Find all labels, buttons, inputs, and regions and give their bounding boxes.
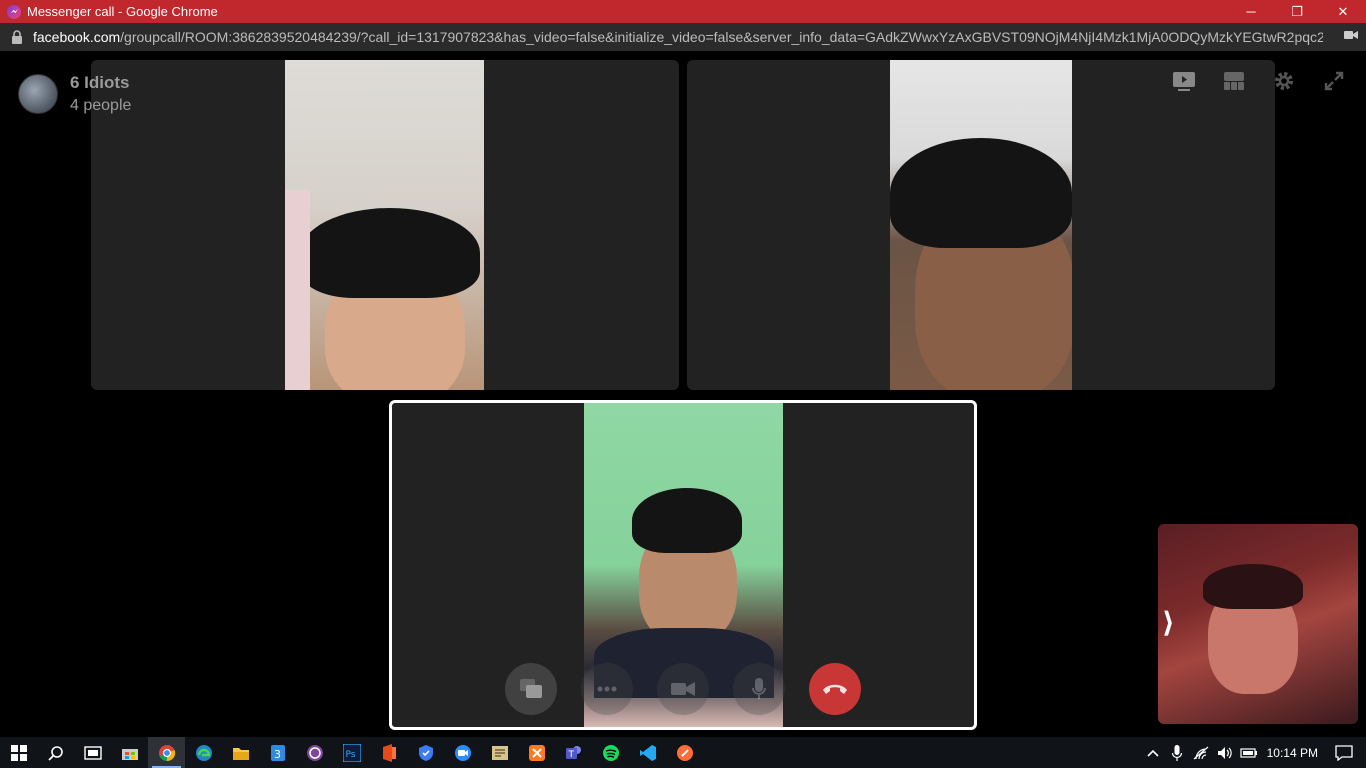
photoshop-icon[interactable]: Ps [333, 737, 370, 768]
zoom-icon[interactable] [444, 737, 481, 768]
call-controls [392, 663, 974, 715]
teams-icon[interactable]: T [555, 737, 592, 768]
minimize-button[interactable]: ─ [1228, 0, 1274, 23]
address-bar[interactable]: facebook.com/groupcall/ROOM:386283952048… [0, 23, 1366, 51]
volume-icon[interactable] [1213, 737, 1237, 768]
participant-count: 4 people [70, 97, 132, 114]
group-name: 6 Idiots [70, 73, 130, 92]
close-button[interactable]: ✕ [1320, 0, 1366, 23]
battery-icon[interactable] [1237, 737, 1261, 768]
notes-icon[interactable] [481, 737, 518, 768]
clock[interactable]: 10:14 PM [1267, 746, 1318, 760]
call-area: 6 Idiots 4 people ⟩ [0, 51, 1366, 737]
wifi-icon[interactable] [1189, 737, 1213, 768]
more-icon[interactable] [581, 663, 633, 715]
search-icon[interactable] [37, 737, 74, 768]
pillow-pattern [285, 190, 310, 390]
vscode-icon[interactable] [629, 737, 666, 768]
restore-button[interactable]: ❐ [1274, 0, 1320, 23]
postman-icon[interactable] [666, 737, 703, 768]
system-tray: 10:14 PM [1141, 737, 1366, 768]
vpn-icon[interactable] [407, 737, 444, 768]
file-explorer-icon[interactable] [222, 737, 259, 768]
active-speaker-tile[interactable] [389, 400, 977, 730]
mute-icon[interactable] [733, 663, 785, 715]
tor-browser-icon[interactable] [296, 737, 333, 768]
participant-hair [890, 138, 1072, 248]
selfview-toggle-icon[interactable]: ⟩ [1162, 606, 1175, 639]
camera-off-icon[interactable] [657, 663, 709, 715]
participant-tile[interactable] [91, 60, 679, 390]
participant-video [890, 60, 1072, 390]
store-icon[interactable] [111, 737, 148, 768]
participant-video [285, 60, 484, 390]
messenger-icon [7, 4, 21, 19]
url-text[interactable]: facebook.com/groupcall/ROOM:386283952048… [33, 29, 1323, 45]
participant-hair [632, 488, 742, 553]
svg-text:3: 3 [274, 748, 281, 761]
task-view-icon[interactable] [74, 737, 111, 768]
participant-hair [300, 208, 480, 298]
xampp-icon[interactable] [518, 737, 555, 768]
self-hair [1203, 564, 1303, 609]
grid-view-icon[interactable] [1222, 69, 1246, 93]
camera-permission-icon[interactable] [1344, 29, 1358, 41]
end-call-icon[interactable] [809, 663, 861, 715]
url-domain: facebook.com [33, 29, 121, 45]
settings-icon[interactable] [1272, 69, 1296, 93]
chrome-icon[interactable] [148, 737, 185, 768]
edge-icon[interactable] [185, 737, 222, 768]
taskbar: 3 Ps T 10:14 PM [0, 737, 1366, 768]
chevron-up-icon[interactable] [1141, 737, 1165, 768]
window-titlebar: Messenger call - Google Chrome ─ ❐ ✕ [0, 0, 1366, 23]
3d-app-icon[interactable]: 3 [259, 737, 296, 768]
lock-icon [12, 30, 22, 44]
office-icon[interactable] [370, 737, 407, 768]
svg-text:T: T [567, 750, 574, 760]
participant-tile[interactable] [687, 60, 1275, 390]
svg-text:Ps: Ps [345, 750, 355, 760]
watch-together-icon[interactable] [1172, 69, 1196, 93]
self-view[interactable]: ⟩ [1158, 524, 1358, 724]
start-icon[interactable] [0, 737, 37, 768]
window-title: Messenger call - Google Chrome [27, 4, 218, 19]
group-avatar[interactable] [18, 74, 58, 114]
url-path: /groupcall/ROOM:3862839520484239/?call_i… [120, 29, 1323, 45]
notifications-icon[interactable] [1332, 737, 1356, 768]
share-screen-icon[interactable] [505, 663, 557, 715]
fullscreen-icon[interactable] [1322, 69, 1346, 93]
group-header: 6 Idiots 4 people [18, 73, 131, 115]
call-top-toolbar [1172, 69, 1346, 93]
spotify-icon[interactable] [592, 737, 629, 768]
microphone-icon[interactable] [1165, 737, 1189, 768]
